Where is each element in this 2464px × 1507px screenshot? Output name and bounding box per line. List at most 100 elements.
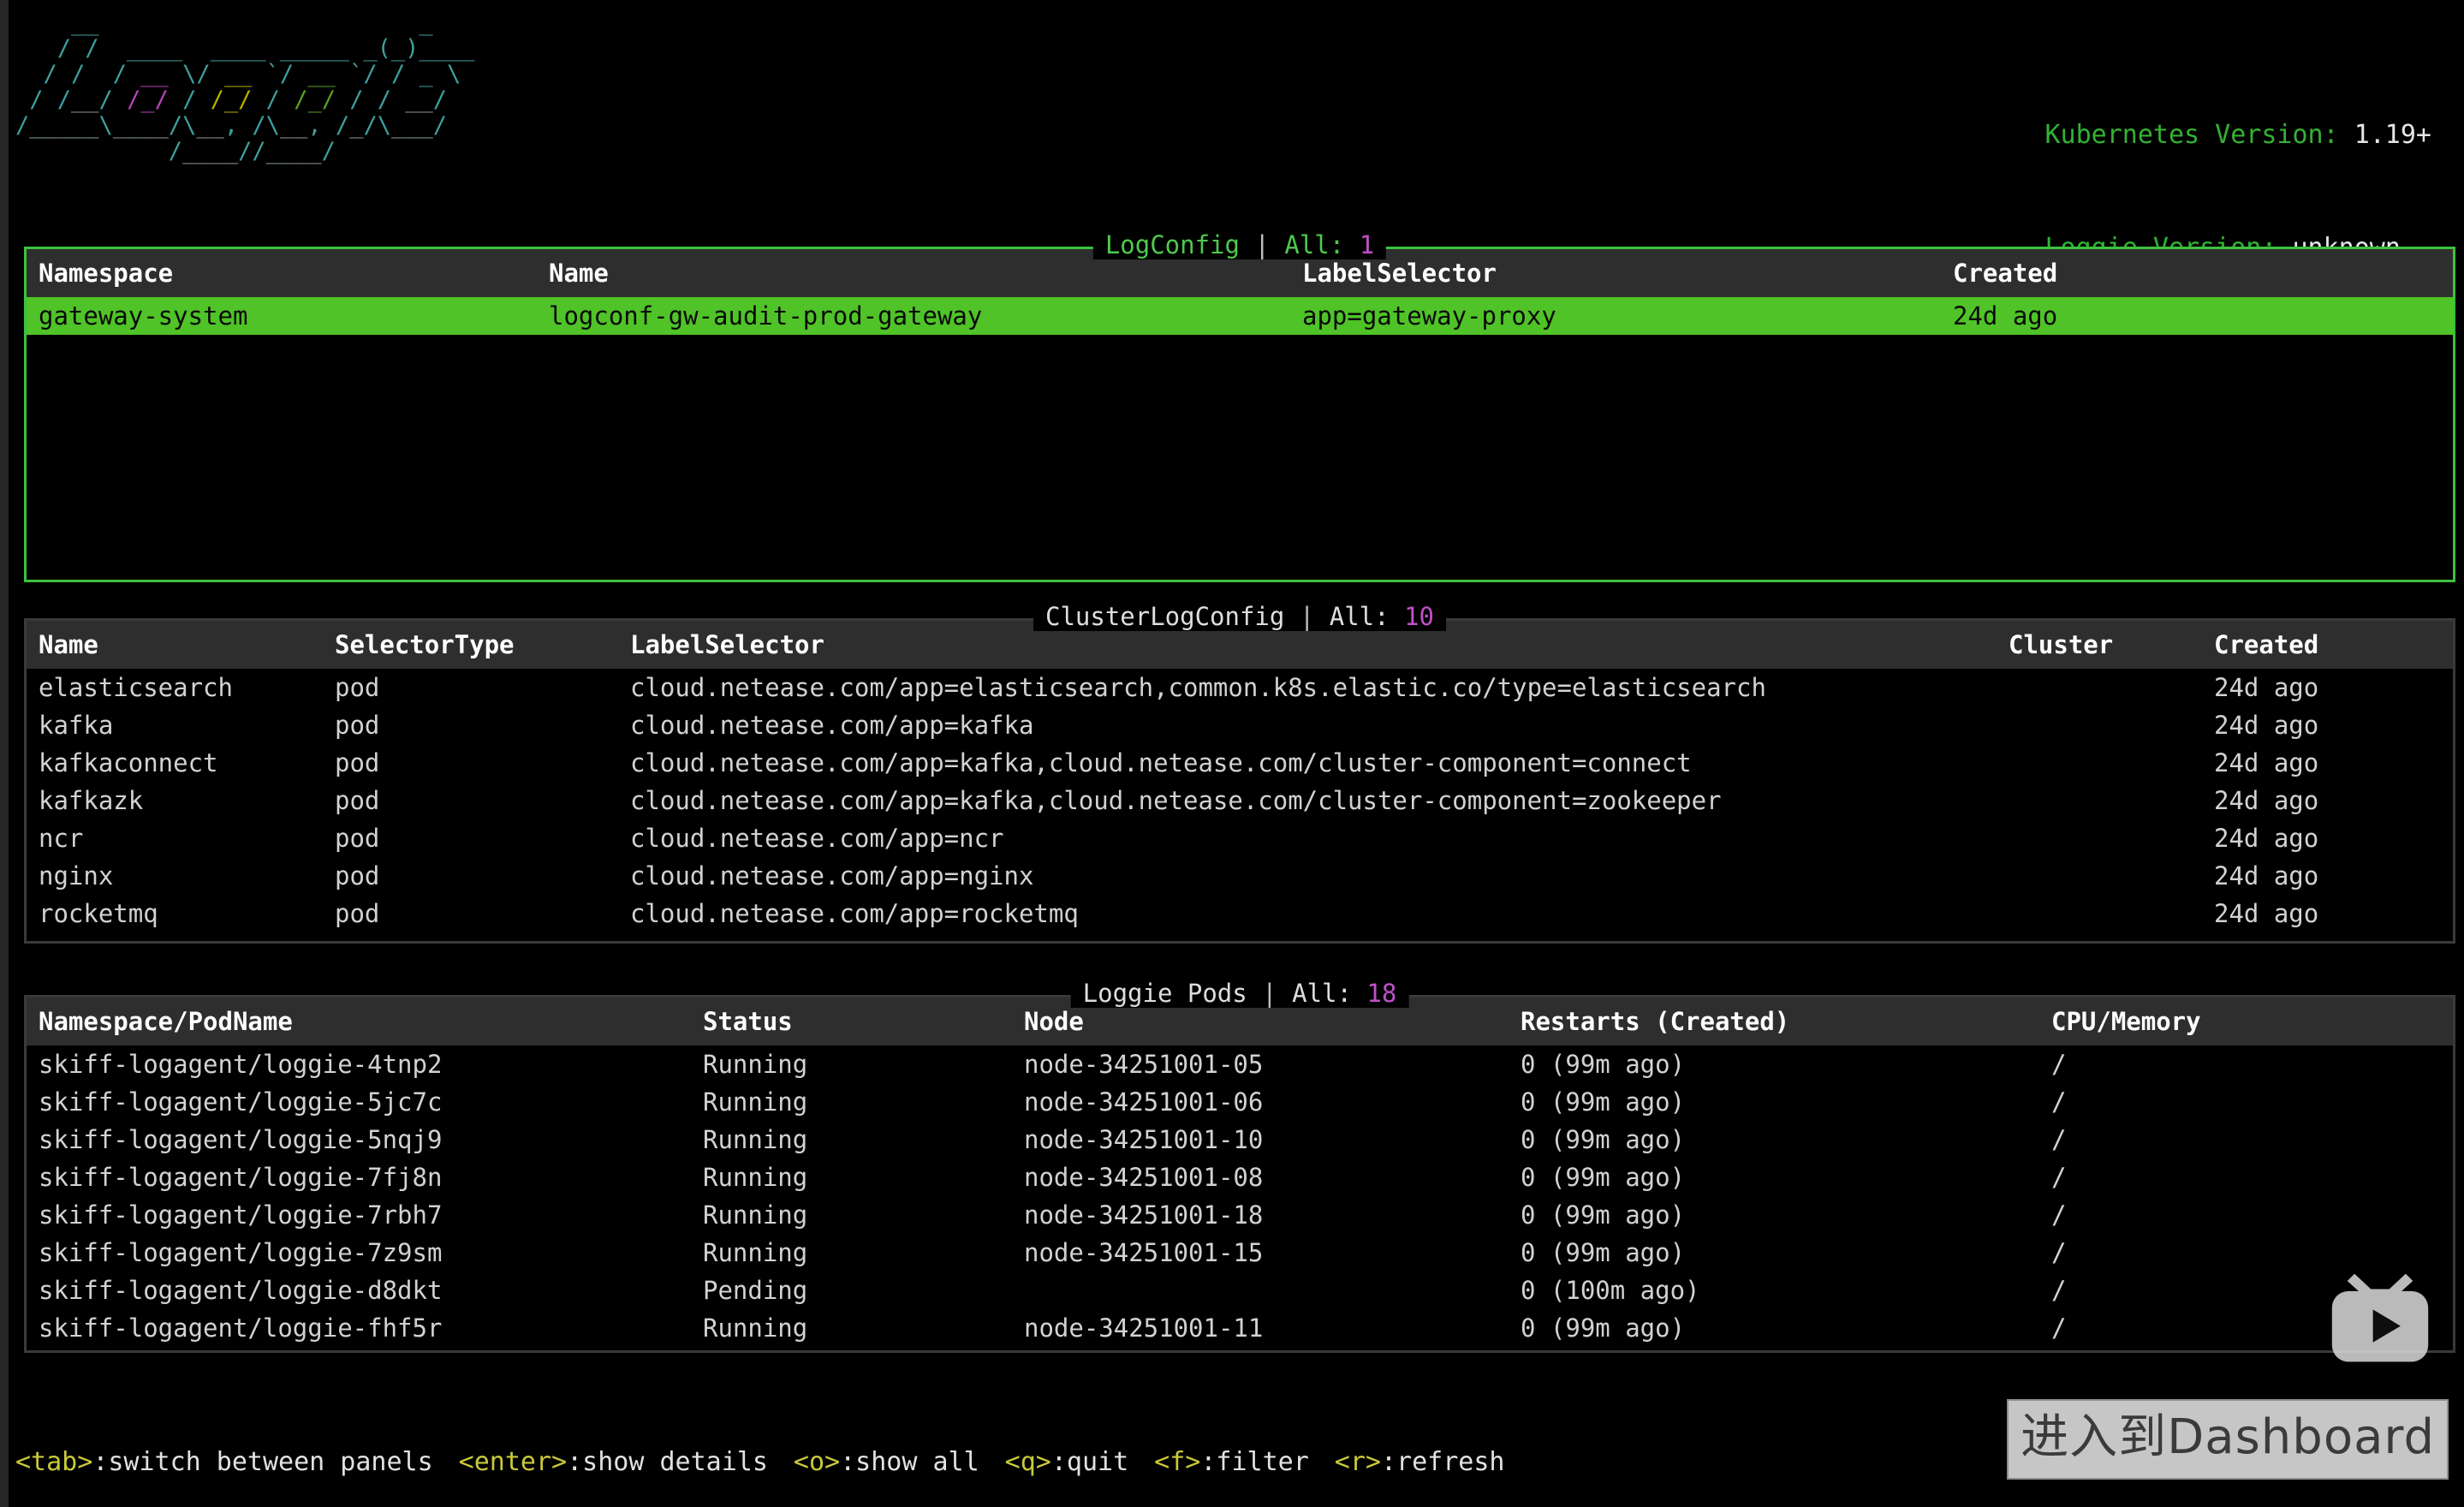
clusterlogconfig-col-name: Name — [27, 621, 335, 669]
clusterlogconfig-cell-cluster — [2009, 669, 2214, 706]
clusterlogconfig-cell-created: 24d ago — [2214, 744, 2453, 782]
clusterlogconfig-cell-cluster — [2009, 782, 2214, 819]
clusterlogconfig-cell-cluster — [2009, 819, 2214, 857]
clusterlogconfig-cell-name: kafkazk — [27, 782, 335, 819]
table-row[interactable]: kafkaconnectpodcloud.netease.com/app=kaf… — [27, 744, 2453, 782]
logconfig-table[interactable]: Namespace Name LabelSelector Created gat… — [27, 249, 2453, 335]
table-row[interactable]: skiff-logagent/loggie-5nqj9Runningnode-3… — [27, 1121, 2453, 1159]
loggiepods-cell-podname: skiff-logagent/loggie-4tnp2 — [27, 1045, 703, 1083]
loggiepods-col-restarts: Restarts (Created) — [1521, 998, 2051, 1045]
status-hint-quit[interactable]: <q>:quit — [1005, 1447, 1129, 1477]
table-row[interactable]: elasticsearchpodcloud.netease.com/app=el… — [27, 669, 2453, 706]
table-row[interactable]: kafkapodcloud.netease.com/app=kafka24d a… — [27, 706, 2453, 744]
loggiepods-title-sep: | — [1262, 979, 1277, 1008]
loggiepods-title-text: Loggie Pods — [1083, 979, 1247, 1008]
clusterlogconfig-cell-labelselector: cloud.netease.com/app=ncr — [630, 819, 2009, 857]
table-row[interactable]: skiff-logagent/loggie-7fj8nRunningnode-3… — [27, 1159, 2453, 1196]
table-row[interactable]: skiff-logagent/loggie-7rbh7Runningnode-3… — [27, 1196, 2453, 1234]
clusterlogconfig-cell-created: 24d ago — [2214, 669, 2453, 706]
table-row[interactable]: kafkazkpodcloud.netease.com/app=kafka,cl… — [27, 782, 2453, 819]
clusterlogconfig-cell-name: kafka — [27, 706, 335, 744]
loggiepods-cell-cpumemory: / — [2051, 1234, 2453, 1272]
status-hint-desc: show details — [582, 1447, 768, 1477]
status-hint-desc: filter — [1216, 1447, 1308, 1477]
clusterlogconfig-cell-selectortype: pod — [335, 857, 630, 895]
status-hint-desc: switch between panels — [108, 1447, 432, 1477]
logconfig-panel[interactable]: LogConfig | All: 1 Namespace Name LabelS… — [24, 247, 2455, 582]
terminal-screen: __ _ / / ____ ____ _____ _(_)____ / / / … — [0, 0, 2464, 1507]
clusterlogconfig-cell-labelselector: cloud.netease.com/app=nginx — [630, 857, 2009, 895]
loggiepods-cell-podname: skiff-logagent/loggie-5nqj9 — [27, 1121, 703, 1159]
status-bar: <tab>:switch between panels <enter>:show … — [15, 1447, 1504, 1478]
loggiepods-cell-node: node-34251001-15 — [1024, 1234, 1521, 1272]
loggiepods-panel[interactable]: Loggie Pods | All: 18 Namespace/PodName … — [24, 995, 2455, 1353]
status-hint-separator: : — [1381, 1447, 1396, 1477]
clusterlogconfig-title-text: ClusterLogConfig — [1045, 602, 1284, 631]
logconfig-col-namespace: Namespace — [27, 249, 549, 297]
status-hint-key: <f> — [1154, 1447, 1200, 1477]
dashboard-caption-overlay: 进入到Dashboard — [2007, 1399, 2449, 1480]
clusterlogconfig-cell-created: 24d ago — [2214, 895, 2453, 932]
clusterlogconfig-title-sep: | — [1300, 602, 1314, 631]
status-badge: Pending — [703, 1272, 1024, 1309]
table-row[interactable]: rocketmqpodcloud.netease.com/app=rocketm… — [27, 895, 2453, 932]
loggiepods-cell-node: node-34251001-11 — [1024, 1309, 1521, 1347]
loggiepods-cell-restarts: 0 (100m ago) — [1521, 1272, 2051, 1309]
loggiepods-col-podname: Namespace/PodName — [27, 998, 703, 1045]
clusterlogconfig-cell-selectortype: pod — [335, 819, 630, 857]
loggiepods-cell-cpumemory: / — [2051, 1045, 2453, 1083]
table-row[interactable]: skiff-logagent/loggie-5jc7cRunningnode-3… — [27, 1083, 2453, 1121]
loggiepods-table[interactable]: Namespace/PodName Status Node Restarts (… — [27, 998, 2453, 1347]
clusterlogconfig-count-value: 10 — [1404, 602, 1434, 631]
app-banner: __ _ / / ____ ____ _____ _(_)____ / / / … — [9, 0, 2464, 229]
logconfig-count-label: All: — [1284, 230, 1344, 259]
clusterlogconfig-cell-cluster — [2009, 706, 2214, 744]
clusterlogconfig-cell-cluster — [2009, 895, 2214, 932]
clusterlogconfig-table[interactable]: Name SelectorType LabelSelector Cluster … — [27, 621, 2453, 932]
loggiepods-cell-node: node-34251001-10 — [1024, 1121, 1521, 1159]
status-hint-switch[interactable]: <tab>:switch between panels — [15, 1447, 433, 1477]
clusterlogconfig-cell-cluster — [2009, 744, 2214, 782]
status-hint-desc: show all — [855, 1447, 979, 1477]
clusterlogconfig-cell-selectortype: pod — [335, 744, 630, 782]
status-hint-key: <q> — [1005, 1447, 1051, 1477]
loggiepods-cell-restarts: 0 (99m ago) — [1521, 1045, 2051, 1083]
status-hint-show[interactable]: <enter>:show details — [459, 1447, 768, 1477]
loggiepods-count-label: All: — [1292, 979, 1352, 1008]
logconfig-col-created: Created — [1953, 249, 2453, 297]
status-hint-show[interactable]: <o>:show all — [794, 1447, 979, 1477]
clusterlogconfig-cell-labelselector: cloud.netease.com/app=kafka,cloud.neteas… — [630, 782, 2009, 819]
loggiepods-count-value: 18 — [1366, 979, 1396, 1008]
loggiepods-cell-restarts: 0 (99m ago) — [1521, 1159, 2051, 1196]
clusterlogconfig-panel[interactable]: ClusterLogConfig | All: 10 Name Selector… — [24, 618, 2455, 944]
loggiepods-cell-restarts: 0 (99m ago) — [1521, 1196, 2051, 1234]
logconfig-title-sep: | — [1254, 230, 1269, 259]
loggiepods-cell-cpumemory: / — [2051, 1083, 2453, 1121]
status-hint-separator: : — [92, 1447, 108, 1477]
table-row[interactable]: skiff-logagent/loggie-fhf5rRunningnode-3… — [27, 1309, 2453, 1347]
loggiepods-cell-restarts: 0 (99m ago) — [1521, 1309, 2051, 1347]
table-row[interactable]: skiff-logagent/loggie-d8dktPending0 (100… — [27, 1272, 2453, 1309]
table-row[interactable]: skiff-logagent/loggie-7z9smRunningnode-3… — [27, 1234, 2453, 1272]
loggiepods-cell-restarts: 0 (99m ago) — [1521, 1083, 2051, 1121]
table-row[interactable]: nginxpodcloud.netease.com/app=nginx24d a… — [27, 857, 2453, 895]
table-row[interactable]: skiff-logagent/loggie-4tnp2Runningnode-3… — [27, 1045, 2453, 1083]
clusterlogconfig-col-cluster: Cluster — [2009, 621, 2214, 669]
table-row[interactable]: gateway-system logconf-gw-audit-prod-gat… — [27, 297, 2453, 335]
loggiepods-cell-podname: skiff-logagent/loggie-7rbh7 — [27, 1196, 703, 1234]
table-row[interactable]: ncrpodcloud.netease.com/app=ncr24d ago — [27, 819, 2453, 857]
clusterlogconfig-col-created: Created — [2214, 621, 2453, 669]
clusterlogconfig-cell-name: elasticsearch — [27, 669, 335, 706]
status-badge: Running — [703, 1159, 1024, 1196]
status-hint-filter[interactable]: <f>:filter — [1154, 1447, 1309, 1477]
clusterlogconfig-cell-labelselector: cloud.netease.com/app=kafka,cloud.neteas… — [630, 744, 2009, 782]
clusterlogconfig-cell-selectortype: pod — [335, 706, 630, 744]
logconfig-count-value: 1 — [1360, 230, 1374, 259]
logconfig-cell-namespace: gateway-system — [27, 297, 549, 335]
status-hint-refresh[interactable]: <r>:refresh — [1335, 1447, 1505, 1477]
kubernetes-version-line: Kubernetes Version: 1.19+ — [2044, 116, 2431, 154]
loggiepods-cell-podname: skiff-logagent/loggie-7z9sm — [27, 1234, 703, 1272]
status-hint-separator: : — [1051, 1447, 1067, 1477]
clusterlogconfig-cell-labelselector: cloud.netease.com/app=kafka — [630, 706, 2009, 744]
logconfig-panel-title: LogConfig | All: 1 — [1093, 230, 1386, 259]
